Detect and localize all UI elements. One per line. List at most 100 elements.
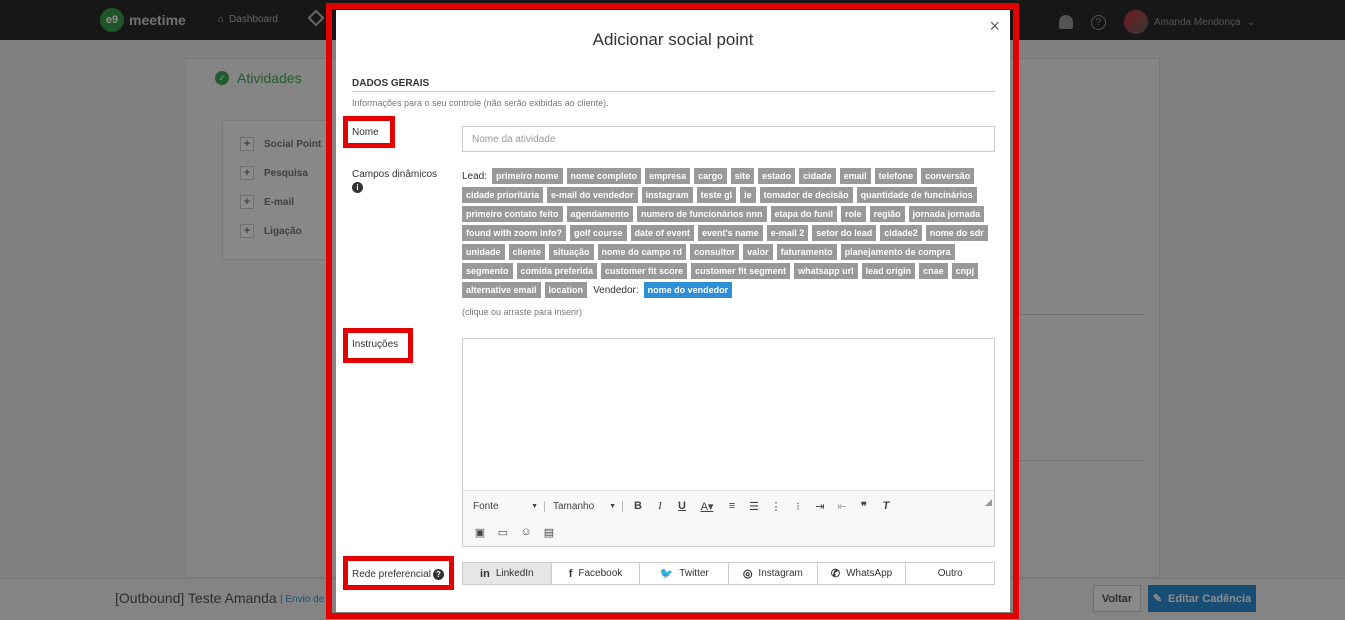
whatsapp-icon: ✆ — [830, 568, 841, 580]
dynamic-field-tag[interactable]: numero de funcionários nnn — [637, 206, 767, 222]
dynamic-field-tag[interactable]: primeiro nome — [492, 168, 563, 184]
dynamic-field-tag[interactable]: event's name — [698, 225, 763, 241]
instructions-textarea[interactable] — [463, 339, 994, 490]
align-center-icon[interactable]: ☰ — [747, 499, 761, 513]
ordered-list-icon[interactable]: ⋮ — [769, 499, 783, 513]
dynamic-field-tag[interactable]: cargo — [694, 168, 727, 184]
dynamic-field-tag[interactable]: jornada jornada — [908, 206, 985, 222]
dynamic-fields-tags: Lead: primeiro nome nome completo empresa c… — [462, 168, 992, 298]
dynamic-field-tag[interactable]: nome completo — [566, 168, 642, 184]
emoji-icon[interactable]: ☺ — [519, 525, 533, 539]
info-icon[interactable]: i — [352, 182, 363, 193]
dynamic-field-tag[interactable]: primeiro contato feito — [462, 206, 563, 222]
dynamic-field-tag[interactable]: cnpj — [951, 263, 979, 279]
lead-label: Lead: — [462, 170, 488, 182]
dynamic-field-tag[interactable]: região — [869, 206, 905, 222]
link-icon[interactable]: ▭ — [496, 525, 510, 539]
instructions-editor: Fonte ▼ Tamanho ▼ B I U A▾ ≡ ☰ ⋮ ⁝ ⇥ ⇤ ❞… — [462, 338, 995, 547]
dynamic-field-tag[interactable]: cidade2 — [880, 225, 922, 241]
size-select-label: Tamanho — [553, 500, 595, 512]
dynamic-field-tag[interactable]: teste gl — [696, 187, 737, 203]
dynamic-field-tag[interactable]: nome do campo rd — [597, 244, 687, 260]
dynamic-field-tag[interactable]: golf course — [569, 225, 627, 241]
text-color-icon[interactable]: A▾ — [697, 499, 717, 513]
dynamic-field-tag[interactable]: whatsapp url — [794, 263, 858, 279]
bold-icon[interactable]: B — [631, 499, 645, 513]
dynamic-field-tag[interactable]: segmento — [462, 263, 513, 279]
resize-grip-icon[interactable] — [985, 499, 992, 506]
dynamic-field-tag[interactable]: unidade — [462, 244, 505, 260]
activity-name-input[interactable] — [462, 126, 995, 152]
dynamic-field-tag[interactable]: tomador de decisão — [759, 187, 853, 203]
dynamic-field-tag[interactable]: estado — [758, 168, 796, 184]
dynamic-field-tag[interactable]: found with zoom info? — [462, 225, 566, 241]
dynamic-field-tag[interactable]: email — [839, 168, 871, 184]
italic-icon[interactable]: I — [653, 499, 667, 513]
close-icon[interactable]: × — [989, 16, 1000, 37]
dynamic-field-tag[interactable]: cidade prioritária — [462, 187, 544, 203]
outdent-icon[interactable]: ⇤ — [835, 499, 849, 513]
preferred-network-label: Rede preferencial — [352, 569, 431, 580]
dynamic-field-tag[interactable]: ie — [740, 187, 756, 203]
dynamic-field-tag[interactable]: quantidade de funcinários — [856, 187, 977, 203]
tags-hint: (clique ou arraste para inserir) — [462, 307, 583, 317]
network-option-label: WhatsApp — [846, 568, 893, 579]
dynamic-field-tag[interactable]: instagram — [641, 187, 693, 203]
twitter-icon: 🐦 — [659, 568, 674, 580]
section-divider — [352, 91, 995, 92]
linkedin-icon: in — [480, 567, 490, 580]
dynamic-field-tag[interactable]: planejamento de compra — [840, 244, 955, 260]
dynamic-field-tag[interactable]: e-mail do vendedor — [547, 187, 638, 203]
image-icon[interactable]: ▣ — [473, 525, 487, 539]
align-left-icon[interactable]: ≡ — [725, 499, 739, 513]
dynamic-field-tag[interactable]: empresa — [645, 168, 691, 184]
dynamic-field-tag[interactable]: location — [544, 282, 588, 298]
instagram-icon: ◎ — [742, 568, 753, 580]
dynamic-field-tag[interactable]: role — [841, 206, 866, 222]
dynamic-field-tag[interactable]: cidade — [799, 168, 836, 184]
network-option-instagram[interactable]: ◎ Instagram — [729, 563, 818, 584]
dynamic-field-tag[interactable]: date of event — [630, 225, 695, 241]
vendedor-field-tag[interactable]: nome do vendedor — [643, 282, 733, 298]
dynamic-field-tag[interactable]: etapa do funil — [770, 206, 838, 222]
dynamic-field-tag[interactable]: nome do sdr — [925, 225, 988, 241]
network-option-linkedin[interactable]: in LinkedIn — [463, 563, 552, 584]
paste-icon[interactable]: ▤ — [542, 525, 556, 539]
size-select[interactable]: Tamanho ▼ — [553, 500, 623, 512]
caret-down-icon: ▼ — [609, 502, 616, 510]
network-option-outro[interactable]: Outro — [906, 563, 995, 584]
dynamic-field-tag[interactable]: valor — [743, 244, 773, 260]
clear-format-icon[interactable]: T — [879, 499, 893, 513]
indent-icon[interactable]: ⇥ — [813, 499, 827, 513]
dynamic-field-tag[interactable]: alternative email — [462, 282, 541, 298]
dynamic-field-tag[interactable]: customer fit segment — [691, 263, 791, 279]
editor-toolbar: Fonte ▼ Tamanho ▼ B I U A▾ ≡ ☰ ⋮ ⁝ ⇥ ⇤ ❞… — [463, 490, 994, 546]
dynamic-field-tag[interactable]: e-mail 2 — [766, 225, 809, 241]
dynamic-field-tag[interactable]: faturamento — [776, 244, 837, 260]
dynamic-field-tag[interactable]: lead origin — [861, 263, 916, 279]
dynamic-field-tag[interactable]: agendamento — [566, 206, 634, 222]
caret-down-icon: ▼ — [531, 502, 538, 510]
blockquote-icon[interactable]: ❞ — [857, 499, 871, 513]
dynamic-field-tag[interactable]: situação — [549, 244, 594, 260]
dynamic-field-tag[interactable]: setor do lead — [812, 225, 877, 241]
unordered-list-icon[interactable]: ⁝ — [791, 499, 805, 513]
dynamic-field-tag[interactable]: cliente — [508, 244, 546, 260]
network-option-twitter[interactable]: 🐦 Twitter — [640, 563, 730, 584]
network-option-label: Outro — [937, 568, 963, 579]
dynamic-field-tag[interactable]: conversão — [921, 168, 975, 184]
nome-label: Nome — [352, 127, 379, 138]
dynamic-field-tag[interactable]: consultor — [690, 244, 740, 260]
network-option-facebook[interactable]: f Facebook — [551, 563, 641, 584]
dynamic-field-tag[interactable]: comida preferida — [516, 263, 598, 279]
dynamic-field-tag[interactable]: site — [730, 168, 755, 184]
underline-icon[interactable]: U — [675, 499, 689, 513]
network-option-whatsapp[interactable]: ✆ WhatsApp — [817, 563, 907, 584]
dynamic-field-tag[interactable]: customer fit score — [601, 263, 688, 279]
help-icon[interactable]: ? — [432, 569, 444, 580]
add-social-point-modal: Adicionar social point × DADOS GERAIS In… — [336, 10, 1010, 612]
dynamic-field-tag[interactable]: telefone — [874, 168, 918, 184]
font-select-label: Fonte — [473, 500, 499, 512]
font-select[interactable]: Fonte ▼ — [473, 500, 545, 512]
dynamic-field-tag[interactable]: cnae — [919, 263, 948, 279]
